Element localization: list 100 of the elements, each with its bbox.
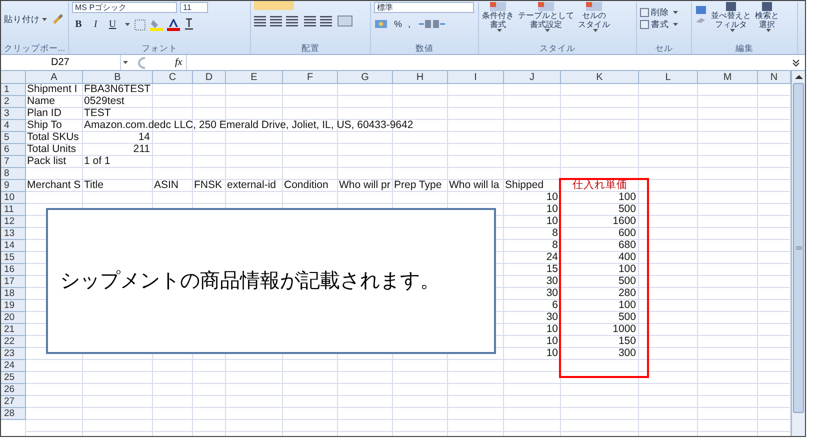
vertical-scrollbar[interactable] xyxy=(791,71,805,436)
table-cell: Total Units xyxy=(27,144,76,156)
row-header[interactable]: 8 xyxy=(1,168,26,180)
group-label: フォント xyxy=(140,43,178,54)
number-format-field[interactable]: 標準 xyxy=(374,2,474,13)
row-header[interactable]: 14 xyxy=(1,240,26,252)
row-header[interactable]: 7 xyxy=(1,156,26,168)
column-header[interactable]: G xyxy=(338,71,393,83)
table-cell: TEST xyxy=(84,108,111,120)
row-header[interactable]: 27 xyxy=(1,396,26,408)
column-header[interactable]: M xyxy=(698,71,758,83)
row-header[interactable]: 22 xyxy=(1,336,26,348)
style-button[interactable]: 条件付き 書式 xyxy=(482,2,514,32)
row-header[interactable]: 6 xyxy=(1,144,26,156)
table-cell: 10 xyxy=(546,204,558,216)
scroll-thumb[interactable] xyxy=(793,83,804,413)
currency-icon xyxy=(374,18,388,30)
cell-button[interactable]: 書式 xyxy=(640,19,688,29)
column-header[interactable]: J xyxy=(504,71,561,83)
table-cell: 100 xyxy=(618,264,636,276)
table-cell: Ship To xyxy=(27,120,62,132)
row-header[interactable]: 18 xyxy=(1,288,26,300)
caret-icon xyxy=(125,23,130,26)
table-cell: 500 xyxy=(618,276,636,288)
decimal-icon xyxy=(416,18,447,30)
caret-icon xyxy=(673,22,678,26)
expand-icon xyxy=(791,58,801,68)
row-header[interactable]: 21 xyxy=(1,324,26,336)
table-cell: 10 xyxy=(546,336,558,348)
row-header[interactable]: 5 xyxy=(1,132,26,144)
table-cell: 100 xyxy=(618,300,636,312)
function-label[interactable]: fx xyxy=(175,55,188,70)
number-button[interactable]: % xyxy=(394,18,402,30)
caret-icon xyxy=(730,29,734,32)
column-header[interactable]: K xyxy=(561,71,639,83)
format-button[interactable]: B xyxy=(72,18,85,31)
row-header[interactable]: 3 xyxy=(1,108,26,120)
table-cell: 150 xyxy=(618,336,636,348)
column-header[interactable]: A xyxy=(26,71,83,83)
table-cell: 8 xyxy=(552,240,558,252)
table-cell: Amazon.com.dedc LLC, 250 Emerald Drive, Joliet, IL, US, 60433-9642 xyxy=(84,120,414,132)
table-cell: FNSK xyxy=(194,180,222,192)
row-header[interactable]: 28 xyxy=(1,408,26,420)
group-label: クリップボー... xyxy=(4,43,65,54)
group-label: セル xyxy=(654,43,674,54)
row-header[interactable]: 13 xyxy=(1,228,26,240)
column-header[interactable]: I xyxy=(448,71,504,83)
format-button[interactable]: I xyxy=(89,18,102,31)
column-header[interactable]: B xyxy=(83,71,153,83)
row-header[interactable]: 19 xyxy=(1,300,26,312)
column-header[interactable]: D xyxy=(193,71,226,83)
row-header[interactable]: 24 xyxy=(1,360,26,372)
column-header[interactable]: F xyxy=(283,71,338,83)
row-header[interactable]: 25 xyxy=(1,372,26,384)
column-header[interactable]: L xyxy=(639,71,698,83)
row-header[interactable]: 15 xyxy=(1,252,26,264)
row-header[interactable]: 1 xyxy=(1,84,26,96)
table-cell: 600 xyxy=(618,228,636,240)
row-header[interactable]: 12 xyxy=(1,216,26,228)
column-header[interactable]: C xyxy=(153,71,193,83)
number-button[interactable]: , xyxy=(408,18,411,30)
row-header[interactable]: 4 xyxy=(1,120,26,132)
caret-icon xyxy=(496,29,502,32)
row-header[interactable]: 10 xyxy=(1,192,26,204)
row-header[interactable]: 17 xyxy=(1,276,26,288)
table-cell: 400 xyxy=(618,252,636,264)
edit-button[interactable]: 並べ替えと フィルタ xyxy=(711,2,751,32)
cell-button[interactable]: 削除 xyxy=(640,7,688,17)
column-header[interactable]: H xyxy=(393,71,448,83)
table-cell: 8 xyxy=(552,228,558,240)
table-style-icon xyxy=(586,2,602,11)
caret-icon xyxy=(673,10,678,14)
paste-button[interactable]: 貼り付け xyxy=(4,14,47,24)
style-button[interactable]: セルの スタイル xyxy=(578,2,610,32)
style-button[interactable]: テーブルとして 書式設定 xyxy=(518,2,574,32)
table-cell: Who will pr xyxy=(339,180,390,192)
font-name-field[interactable]: MS Pゴシック xyxy=(72,2,177,13)
caret-icon xyxy=(592,29,598,32)
caret-icon xyxy=(544,29,550,32)
group-label: 配置 xyxy=(300,43,320,54)
column-header[interactable]: E xyxy=(226,71,283,83)
row-header[interactable]: 23 xyxy=(1,348,26,360)
clear-format-icon xyxy=(184,18,194,31)
group-label: スタイル xyxy=(538,43,576,54)
group-label: 編集 xyxy=(734,43,754,54)
row-header[interactable]: 20 xyxy=(1,312,26,324)
scroll-up-icon xyxy=(794,73,802,81)
row-header[interactable]: 9 xyxy=(1,180,26,192)
cell-icon xyxy=(640,8,649,16)
row-header[interactable]: 2 xyxy=(1,96,26,108)
row-header[interactable]: 26 xyxy=(1,384,26,396)
font-size-field[interactable]: 11 xyxy=(180,2,208,13)
name-box[interactable]: D27 xyxy=(1,55,121,70)
row-header[interactable]: 16 xyxy=(1,264,26,276)
table-cell: 30 xyxy=(546,312,558,324)
table-cell: 280 xyxy=(618,288,636,300)
table-cell: Who will la xyxy=(449,180,500,192)
row-header[interactable]: 11 xyxy=(1,204,26,216)
edit-button[interactable]: 検索と 選択 xyxy=(755,2,779,32)
format-button[interactable]: U xyxy=(106,18,119,31)
